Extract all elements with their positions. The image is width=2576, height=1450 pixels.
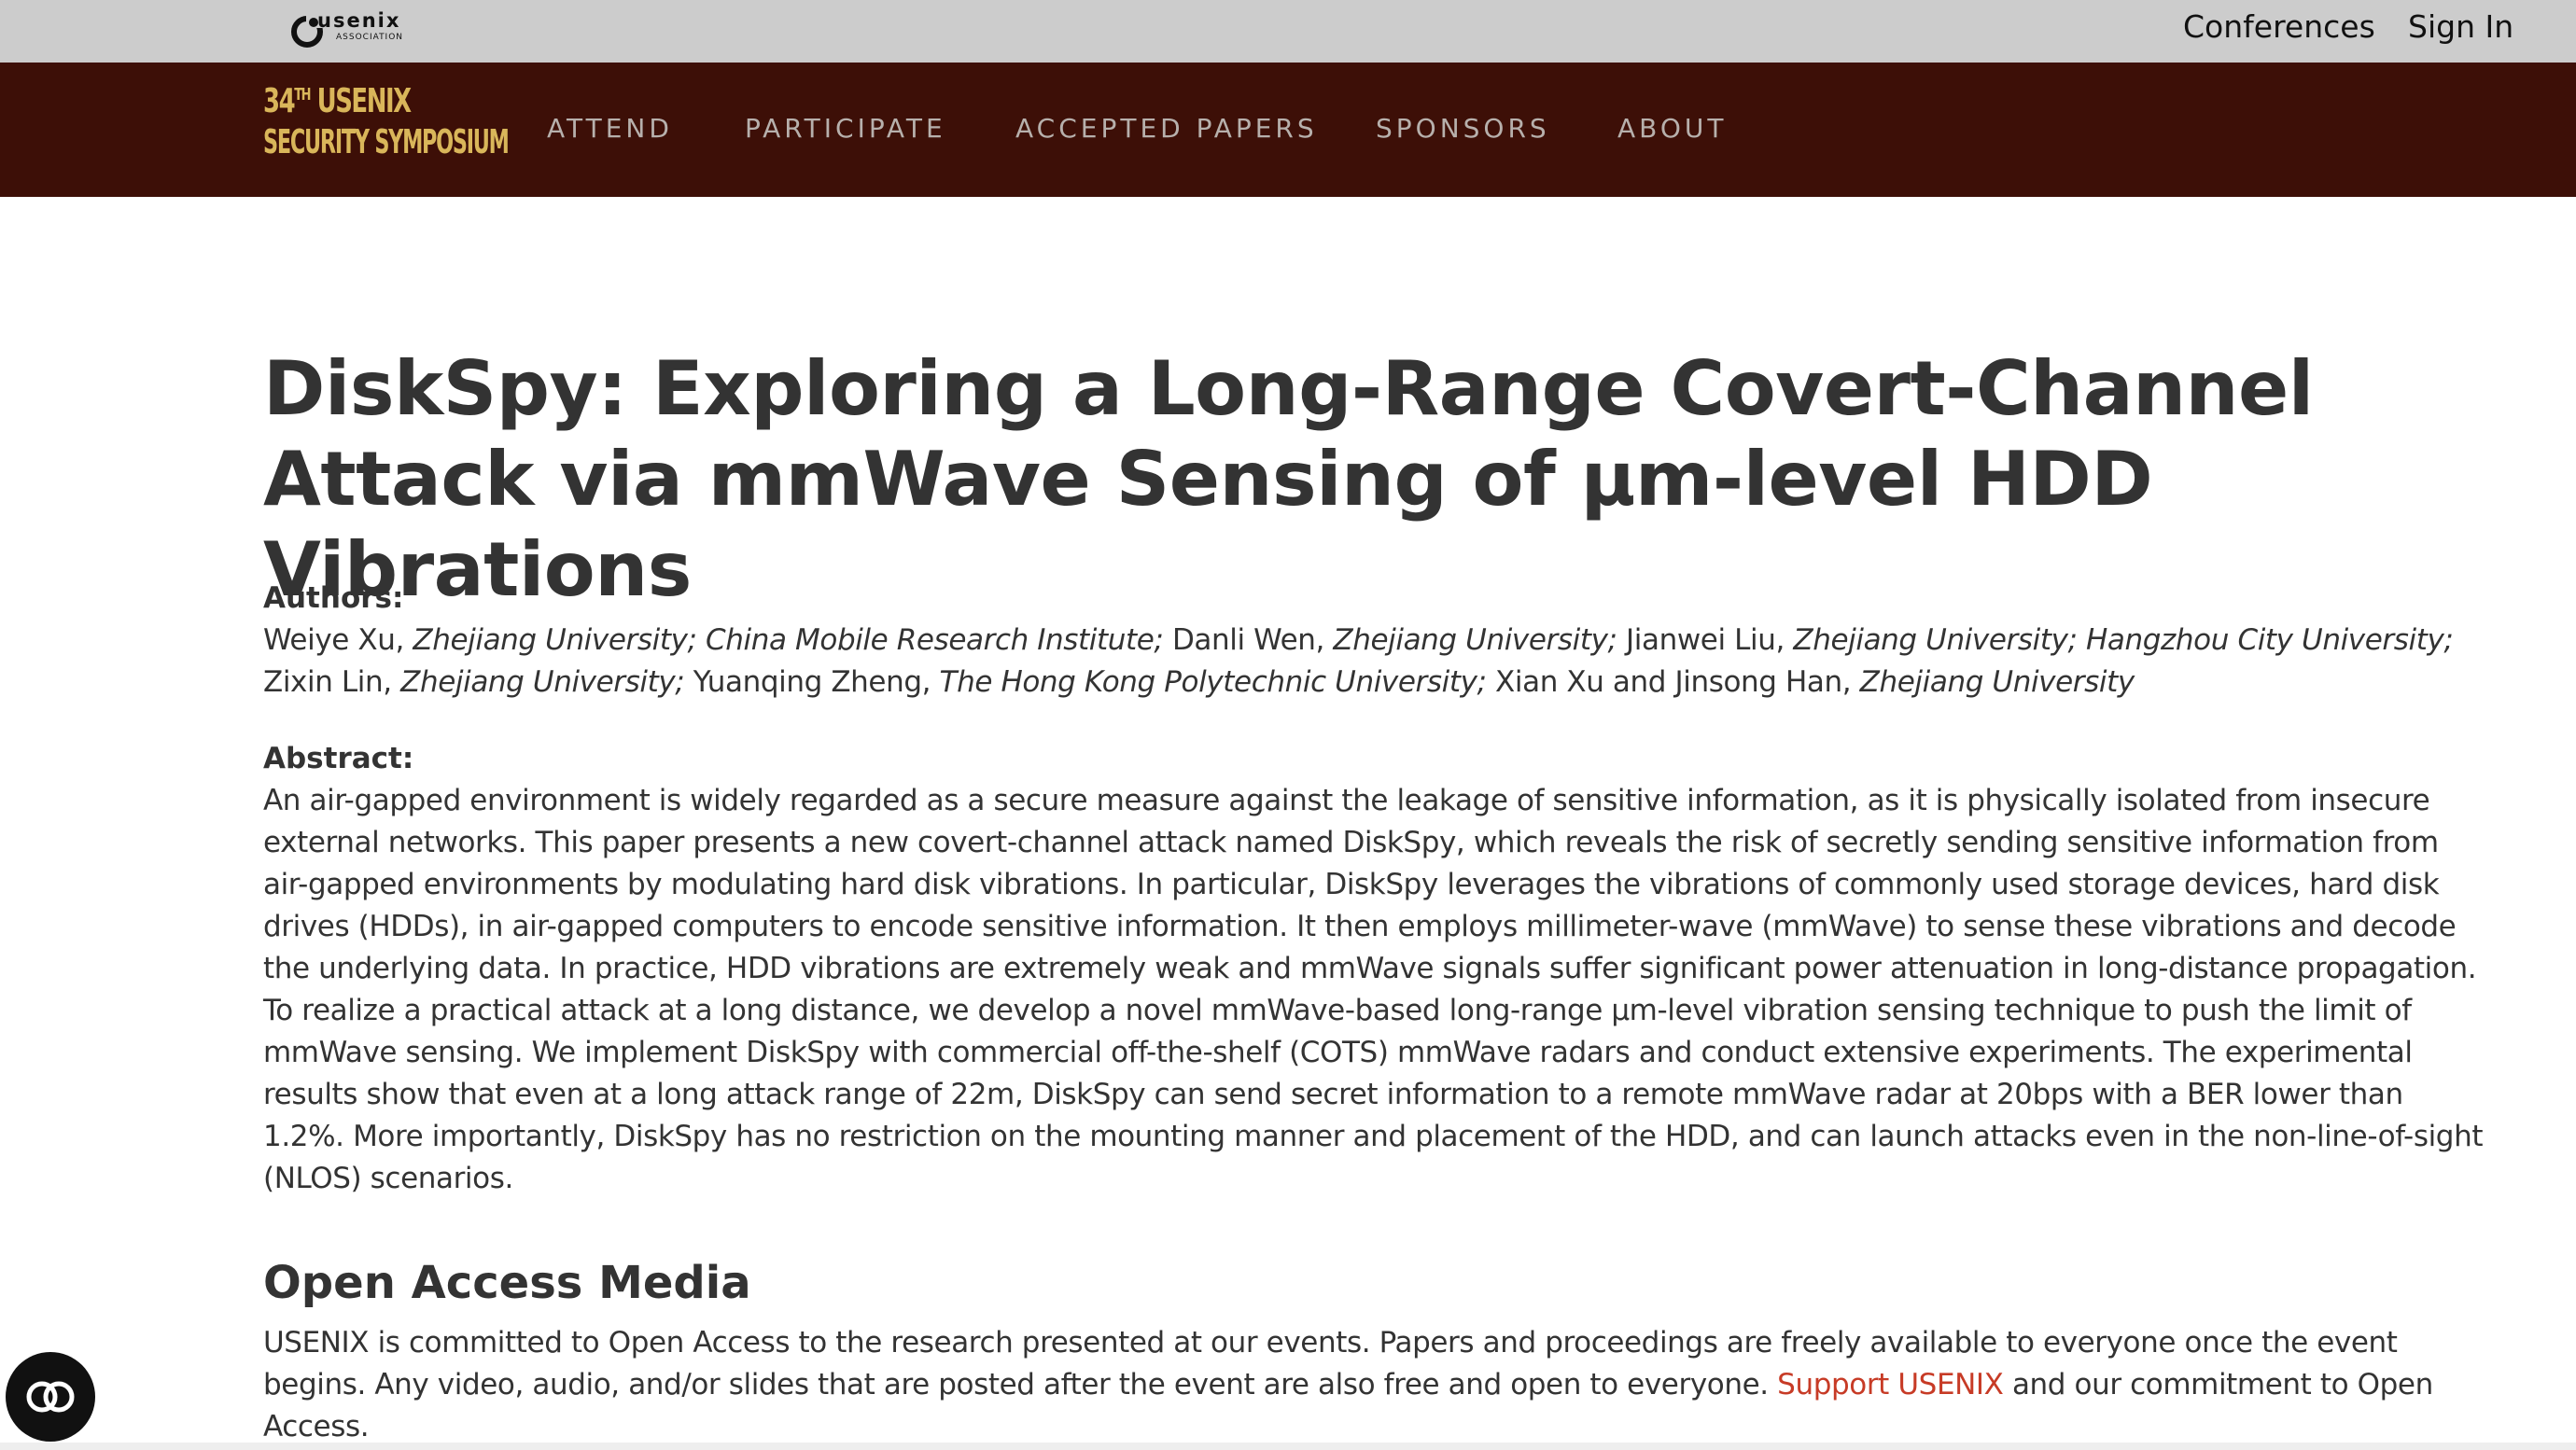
abstract-text: An air-gapped environment is widely rega… — [263, 784, 2484, 1195]
accessibility-icon — [26, 1381, 75, 1413]
nav-about[interactable]: ABOUT — [1617, 112, 1728, 146]
author-affiliation: Zhejiang University; — [400, 665, 685, 699]
symposium-logo-line1: 34TH USENIX — [263, 82, 412, 120]
accessibility-button[interactable] — [6, 1352, 95, 1442]
usenix-logo[interactable]: usenix ASSOCIATION — [291, 7, 413, 54]
author-affiliation: The Hong Kong Polytechnic University; — [939, 665, 1487, 699]
nav-accepted-papers[interactable]: ACCEPTED PAPERS — [1015, 112, 1318, 146]
author-name: Jianwei Liu, — [1617, 623, 1794, 657]
author-affiliation: Zhejiang University; China Mobile Resear… — [413, 623, 1164, 657]
page-bottom-edge — [0, 1443, 2576, 1450]
nav-attend[interactable]: ATTEND — [547, 112, 673, 146]
paper-title: DiskSpy: Exploring a Long-Range Covert-C… — [263, 345, 2314, 613]
author-affiliation: Zhejiang University; — [1333, 623, 1617, 657]
usenix-logo-word: usenix — [317, 9, 401, 32]
abstract-label: Abstract: — [263, 742, 414, 775]
nav-sponsors[interactable]: SPONSORS — [1376, 112, 1550, 146]
author-name: Xian Xu and Jinsong Han, — [1486, 665, 1860, 699]
conferences-link[interactable]: Conferences — [2183, 7, 2375, 47]
usenix-logo-sub: ASSOCIATION — [336, 33, 404, 42]
symposium-logo[interactable]: 34TH USENIX SECURITY SYMPOSIUM — [263, 82, 510, 172]
author-affiliation: Zhejiang University; Hangzhou City Unive… — [1793, 623, 2454, 657]
support-usenix-link[interactable]: Support USENIX — [1777, 1368, 2004, 1401]
sign-in-link[interactable]: Sign In — [2408, 7, 2513, 47]
author-name: Danli Wen, — [1163, 623, 1334, 657]
author-name: Weiye Xu, — [263, 623, 413, 657]
open-access-heading: Open Access Media — [263, 1257, 751, 1309]
symposium-logo-line2: SECURITY SYMPOSIUM — [263, 123, 510, 161]
authors-list: Weiye Xu, Zhejiang University; China Mob… — [263, 620, 2485, 704]
authors-label: Authors: — [263, 581, 404, 615]
author-name: Yuanqing Zheng, — [684, 665, 940, 699]
open-access-text: USENIX is committed to Open Access to th… — [263, 1322, 2485, 1448]
nav-participate[interactable]: PARTICIPATE — [745, 112, 946, 146]
author-name: Zixin Lin, — [263, 665, 401, 699]
author-affiliation: Zhejiang University — [1859, 665, 2135, 699]
top-bar: usenix ASSOCIATION Conferences Sign In — [0, 0, 2576, 63]
